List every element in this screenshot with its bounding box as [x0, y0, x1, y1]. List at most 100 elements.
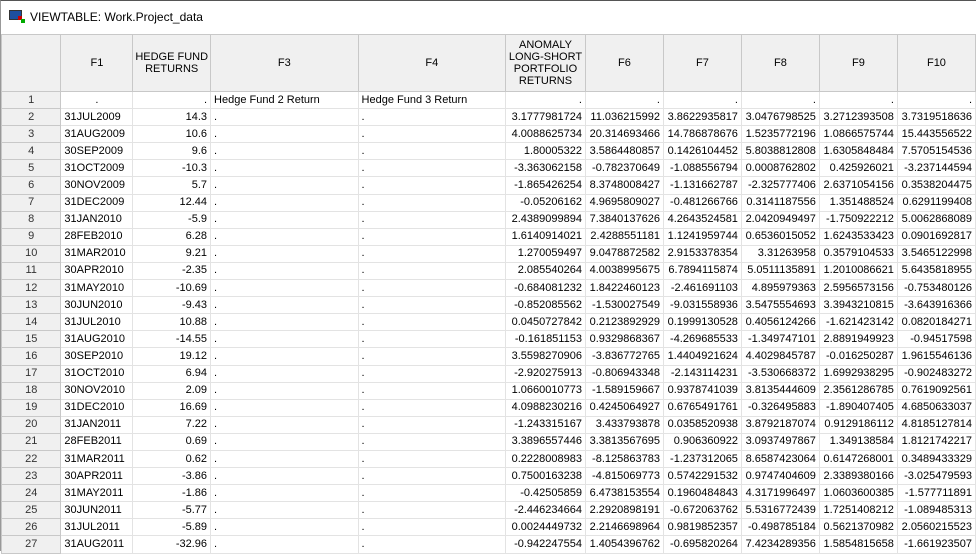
- cell-f7[interactable]: .: [662, 90, 742, 110]
- cell-f3[interactable]: .: [210, 518, 359, 537]
- cell-f1[interactable]: 31JUL2010: [60, 313, 134, 332]
- cell-f7[interactable]: 0.0358520938: [662, 415, 742, 434]
- cell-f10[interactable]: -3.237144594: [896, 159, 976, 178]
- cell-f9[interactable]: 0.9129186112: [818, 415, 898, 434]
- cell-anomaly-returns[interactable]: -2.446234664: [505, 501, 586, 520]
- cell-f6[interactable]: 4.0038995675: [584, 261, 664, 281]
- cell-f6[interactable]: 4.9695809027: [584, 193, 664, 212]
- cell-f10[interactable]: -3.025479593: [896, 467, 976, 486]
- table-row[interactable]: 2 31JUL2009 14.3.. 3.1777981724 11.036215992…: [0, 108, 976, 127]
- cell-f1[interactable]: 30NOV2009: [60, 176, 134, 195]
- cell-f8[interactable]: 3.31263958: [740, 244, 820, 263]
- cell-f7[interactable]: -0.672063762: [662, 501, 742, 520]
- cell-f1[interactable]: 31JAN2011: [60, 415, 134, 434]
- row-number[interactable]: 21: [0, 432, 62, 451]
- cell-f9[interactable]: .: [818, 90, 898, 110]
- cell-f10[interactable]: 1.8121742217: [896, 432, 976, 451]
- row-number[interactable]: 18: [0, 381, 62, 400]
- cell-hedge-fund-returns[interactable]: -2.35: [132, 261, 212, 281]
- cell-f9[interactable]: 1.6243533423: [818, 227, 898, 246]
- cell-f4[interactable]: .: [357, 279, 507, 298]
- cell-f6[interactable]: .: [584, 90, 664, 110]
- column-header-f9[interactable]: F9: [818, 34, 898, 92]
- cell-f7[interactable]: 0.1999130528: [662, 313, 742, 332]
- cell-f9[interactable]: 3.3943210815: [818, 296, 898, 315]
- cell-anomaly-returns[interactable]: -0.942247554: [505, 535, 586, 554]
- cell-f7[interactable]: 4.2643524581: [662, 210, 742, 229]
- cell-f3[interactable]: .: [210, 313, 359, 332]
- cell-f4[interactable]: .: [357, 398, 507, 417]
- cell-hedge-fund-returns[interactable]: 10.6: [132, 125, 212, 144]
- table-row[interactable]: 13 30JUN2010 -9.43.. -0.852085562 -1.5300275…: [0, 296, 976, 315]
- cell-f4[interactable]: .: [357, 159, 507, 178]
- row-number[interactable]: 4: [0, 142, 62, 161]
- row-number[interactable]: 17: [0, 364, 62, 383]
- cell-f3[interactable]: .: [210, 535, 359, 554]
- cell-f1[interactable]: 31OCT2010: [60, 364, 134, 383]
- cell-f3[interactable]: .: [210, 176, 359, 195]
- cell-f10[interactable]: 4.8185127814: [896, 415, 976, 434]
- cell-f8[interactable]: 5.8038812808: [740, 142, 820, 161]
- table-row[interactable]: 1.. Hedge Fund 2 Return Hedge Fund 3 Retur…: [0, 90, 976, 110]
- cell-anomaly-returns[interactable]: 3.3896557446: [505, 432, 586, 451]
- column-header-f1[interactable]: F1: [60, 34, 134, 92]
- table-row[interactable]: 8 31JAN2010 -5.9.. 2.4389099894 7.3840137626…: [0, 210, 976, 229]
- cell-f10[interactable]: 5.6435818955: [896, 261, 976, 281]
- row-number[interactable]: 9: [0, 227, 62, 246]
- cell-f6[interactable]: -8.125863783: [584, 449, 664, 469]
- cell-f8[interactable]: -0.498785184: [740, 518, 820, 537]
- cell-f1[interactable]: 31OCT2009: [60, 159, 134, 178]
- cell-f1[interactable]: 31MAR2011: [60, 449, 134, 469]
- cell-f1[interactable]: 30SEP2010: [60, 347, 134, 366]
- row-number[interactable]: 19: [0, 398, 62, 417]
- cell-f10[interactable]: 3.7319518636: [896, 108, 976, 127]
- cell-hedge-fund-returns[interactable]: 19.12: [132, 347, 212, 366]
- cell-f6[interactable]: 6.4738153554: [584, 484, 664, 503]
- table-row[interactable]: 16 30SEP2010 19.12.. 3.5598270906 -3.8367727…: [0, 347, 976, 366]
- cell-f1[interactable]: 30JUN2011: [60, 501, 134, 520]
- cell-f8[interactable]: 7.4234289356: [740, 535, 820, 554]
- cell-f3[interactable]: .: [210, 449, 359, 469]
- cell-f8[interactable]: 1.5235772196: [740, 125, 820, 144]
- cell-anomaly-returns[interactable]: 0.7500163238: [505, 467, 586, 486]
- cell-f1[interactable]: 31AUG2009: [60, 125, 134, 144]
- cell-f6[interactable]: 1.4054396762: [584, 535, 664, 554]
- table-row[interactable]: 10 31MAR2010 9.21.. 1.270059497 9.0478872582…: [0, 244, 976, 263]
- table-row[interactable]: 27 31AUG2011 -32.96.. -0.942247554 1.4054396…: [0, 535, 976, 554]
- cell-hedge-fund-returns[interactable]: -14.55: [132, 330, 212, 349]
- cell-f7[interactable]: 6.7894115874: [662, 261, 742, 281]
- cell-f1[interactable]: 31AUG2010: [60, 330, 134, 349]
- cell-f10[interactable]: 0.3538204475: [896, 176, 976, 195]
- table-row[interactable]: 12 31MAY2010 -10.69.. -0.684081232 1.8422460…: [0, 279, 976, 298]
- cell-hedge-fund-returns[interactable]: 10.88: [132, 313, 212, 332]
- cell-f4[interactable]: .: [357, 432, 507, 451]
- cell-f7[interactable]: 0.5742291532: [662, 467, 742, 486]
- cell-f9[interactable]: 2.8891949923: [818, 330, 898, 349]
- cell-anomaly-returns[interactable]: 1.6140914021: [505, 227, 586, 246]
- cell-hedge-fund-returns[interactable]: -5.77: [132, 501, 212, 520]
- cell-f10[interactable]: 15.443556522: [896, 125, 976, 144]
- column-header-hedge-fund-returns[interactable]: HEDGE FUND RETURNS: [132, 34, 212, 92]
- cell-f9[interactable]: -1.621423142: [818, 313, 898, 332]
- cell-f6[interactable]: 20.314693466: [584, 125, 664, 144]
- cell-hedge-fund-returns[interactable]: 16.69: [132, 398, 212, 417]
- cell-f6[interactable]: 3.3813567695: [584, 432, 664, 451]
- cell-f7[interactable]: -1.237312065: [662, 449, 742, 469]
- cell-f7[interactable]: 0.1426104452: [662, 142, 742, 161]
- cell-f4[interactable]: .: [357, 364, 507, 383]
- cell-f6[interactable]: -3.836772765: [584, 347, 664, 366]
- column-header-f7[interactable]: F7: [662, 34, 742, 92]
- cell-f6[interactable]: 0.2123892929: [584, 313, 664, 332]
- cell-f8[interactable]: 5.5316772439: [740, 501, 820, 520]
- cell-f4[interactable]: .: [357, 415, 507, 434]
- table-row[interactable]: 23 30APR2011 -3.86.. 0.7500163238 -4.8150697…: [0, 467, 976, 486]
- table-row[interactable]: 9 28FEB2010 6.28.. 1.6140914021 2.4288551181…: [0, 227, 976, 246]
- cell-f7[interactable]: -1.131662787: [662, 176, 742, 195]
- cell-f8[interactable]: -0.326495883: [740, 398, 820, 417]
- column-header-f10[interactable]: F10: [896, 34, 976, 92]
- cell-f9[interactable]: -1.890407405: [818, 398, 898, 417]
- cell-f8[interactable]: 0.0008762802: [740, 159, 820, 178]
- cell-hedge-fund-returns[interactable]: -5.9: [132, 210, 212, 229]
- cell-f1[interactable]: 31DEC2009: [60, 193, 134, 212]
- cell-f6[interactable]: 2.2920898191: [584, 501, 664, 520]
